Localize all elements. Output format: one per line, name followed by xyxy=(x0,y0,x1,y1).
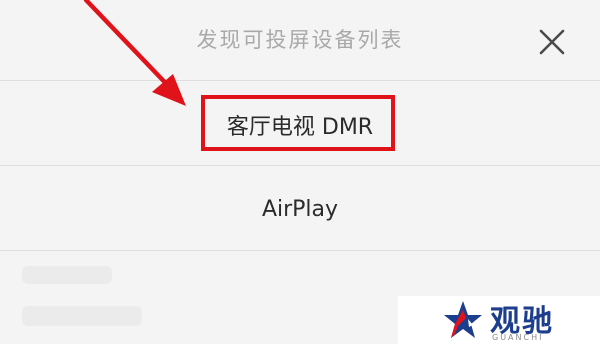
watermark: 观驰 GUANCHI xyxy=(398,296,600,344)
close-icon xyxy=(539,29,565,55)
star-logo-icon xyxy=(444,301,482,338)
device-label: AirPlay xyxy=(261,197,339,222)
blurred-placeholder xyxy=(22,266,112,284)
device-label: 客厅电视 DMR xyxy=(226,115,374,140)
row-divider xyxy=(0,250,600,251)
watermark-subtitle: GUANCHI xyxy=(492,333,544,342)
device-row-airplay[interactable]: AirPlay xyxy=(0,166,600,250)
device-row-living-room-tv[interactable]: 客厅电视 DMR xyxy=(0,81,600,165)
blurred-placeholder xyxy=(22,306,142,326)
dialog-title: 发现可投屏设备列表 xyxy=(196,28,404,52)
close-button[interactable] xyxy=(534,24,570,60)
dialog-header: 发现可投屏设备列表 xyxy=(0,0,600,80)
cast-device-sheet: 发现可投屏设备列表 客厅电视 DMR AirPlay xyxy=(0,0,600,344)
